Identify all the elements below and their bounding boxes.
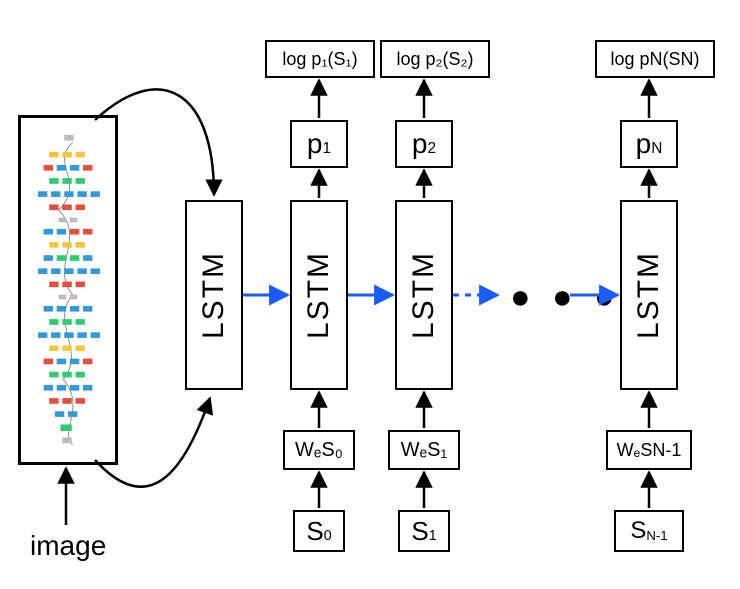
logpN-box: log pN(SN) [595,40,715,78]
SN-1-sub: N-1 [646,528,667,543]
ellipsis-time: ● ● ● [510,278,621,317]
logp2-text: log p₂(S₂) [396,49,473,70]
pN-box: pN [620,120,678,168]
lstm-cell-0: LSTM [185,200,243,390]
SN-1-text: S [630,517,646,545]
logp2-box: log p₂(S₂) [380,40,490,78]
pN-text: p [636,128,652,160]
p2-sub: 2 [428,140,437,158]
lstm-cell-1: LSTM [290,200,348,390]
logp1-box: log p₁(S₁) [265,40,375,78]
p1-box: p1 [290,120,348,168]
cnn-encoder-box [18,115,118,465]
S1-text: S [411,516,428,547]
S0-sub: 0 [324,528,332,544]
cnn-network-icon [21,118,115,462]
logpN-text: log pN(SN) [610,49,699,70]
WeS0-box: WₑS₀ [283,430,355,470]
S1-box: S1 [398,510,450,552]
lstm-cell-N: LSTM [620,200,678,390]
lstm-cell-2: LSTM [395,200,453,390]
pN-sub: N [651,140,662,158]
image-input-label: image [30,530,106,562]
WeS1-box: WₑS₁ [388,430,460,470]
S0-text: S [306,516,323,547]
p1-sub: 1 [323,140,332,158]
p2-box: p2 [395,120,453,168]
WeS1-text: WₑS₁ [401,439,447,462]
WeSN-1-box: WₑSN-1 [606,430,692,470]
WeSN-1-text: WₑSN-1 [617,440,682,461]
p1-text: p [307,128,323,160]
S1-sub: 1 [429,528,437,544]
logp1-text: log p₁(S₁) [282,49,357,70]
WeS0-text: WₑS₀ [295,439,343,462]
p2-text: p [412,128,428,160]
S0-box: S0 [293,510,345,552]
SN-1-box: SN-1 [614,510,684,552]
